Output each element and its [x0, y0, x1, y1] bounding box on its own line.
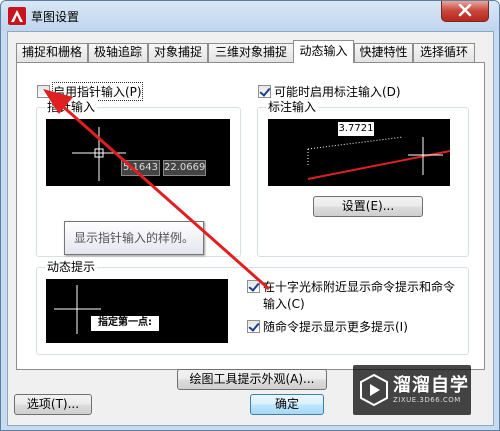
play-logo-icon	[360, 373, 388, 407]
dialog-window: 草图设置 捕捉和栅格 极轴追踪 对象捕捉 三维对象捕捉 动态输入 快捷特性 选择…	[0, 0, 500, 431]
watermark-subtext: ZIXUE.3D66.COM	[393, 396, 461, 404]
tab-dynamic-input[interactable]: 动态输入	[293, 40, 354, 63]
watermark-text: 溜溜自学	[393, 375, 469, 396]
watermark: 溜溜自学 ZIXUE.3D66.COM	[353, 365, 471, 415]
